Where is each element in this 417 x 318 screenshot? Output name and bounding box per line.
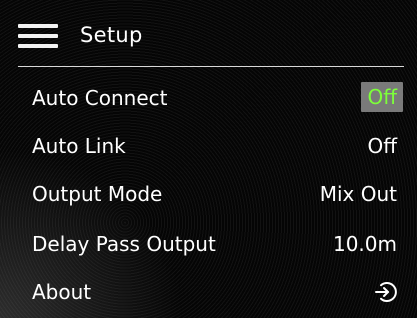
header-divider	[18, 66, 404, 67]
hamburger-menu-icon[interactable]	[18, 24, 58, 48]
setting-row-auto-link[interactable]: Auto Link Off	[0, 122, 417, 170]
menu-icon-bar	[18, 44, 58, 48]
setting-row-delay-pass-output[interactable]: Delay Pass Output 10.0m	[0, 220, 417, 268]
setting-row-auto-connect[interactable]: Auto Connect Off	[0, 74, 417, 122]
setting-label-output-mode: Output Mode	[32, 182, 163, 206]
setting-label-auto-link: Auto Link	[32, 134, 126, 158]
setting-value-delay-pass-output[interactable]: 10.0m	[333, 232, 397, 256]
menu-icon-bar	[18, 24, 58, 28]
menu-icon-bar	[18, 34, 58, 38]
setting-value-auto-connect[interactable]: Off	[361, 82, 403, 112]
header-bar: Setup	[0, 0, 417, 66]
setup-screen: Setup Auto Connect Off Auto Link Off Out…	[0, 0, 417, 318]
setting-value-auto-link[interactable]: Off	[367, 134, 397, 158]
setting-label-delay-pass-output: Delay Pass Output	[32, 232, 216, 256]
setting-row-about[interactable]: About	[0, 268, 417, 316]
setting-label-auto-connect: Auto Connect	[32, 86, 168, 110]
page-title: Setup	[80, 23, 143, 47]
enter-arrow-icon[interactable]	[373, 280, 397, 304]
setting-label-about: About	[32, 280, 92, 304]
setting-row-output-mode[interactable]: Output Mode Mix Out	[0, 170, 417, 218]
setting-value-output-mode[interactable]: Mix Out	[320, 182, 397, 206]
